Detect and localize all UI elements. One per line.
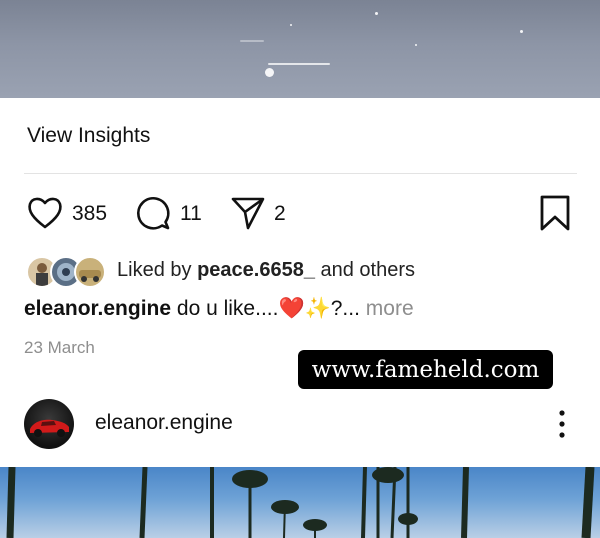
more-options-icon[interactable] <box>552 408 572 440</box>
caption-more-link[interactable]: more <box>366 297 414 320</box>
liked-by-user[interactable]: peace.6658_ <box>197 259 315 281</box>
like-count[interactable]: 385 <box>72 202 107 226</box>
comment-count[interactable]: 11 <box>180 202 202 226</box>
liker-avatars <box>26 256 106 288</box>
heart-icon[interactable] <box>25 193 65 233</box>
comment-icon[interactable] <box>133 193 173 233</box>
liked-by-suffix: and others <box>314 259 416 281</box>
liked-by-text[interactable]: Liked by peace.6658_ and others <box>117 259 415 282</box>
divider <box>24 173 577 174</box>
previous-post-image[interactable] <box>0 0 600 98</box>
caption-username[interactable]: eleanor.engine <box>24 297 171 320</box>
watermark: www.fameheld.com <box>298 350 553 389</box>
caption-text: do u like.... <box>171 297 279 320</box>
next-post-header: eleanor.engine <box>0 396 600 452</box>
liked-by-prefix: Liked by <box>117 259 198 281</box>
post-actions-bar: 385 11 2 <box>0 193 600 233</box>
liked-by-row[interactable]: Liked by peace.6658_ and others <box>26 254 586 288</box>
share-icon[interactable] <box>228 193 268 233</box>
caption-emoji: ❤️✨ <box>278 297 331 320</box>
next-post-username[interactable]: eleanor.engine <box>95 411 233 435</box>
share-count[interactable]: 2 <box>274 202 286 226</box>
next-post-image[interactable] <box>0 467 600 538</box>
caption-tail: ?... <box>330 297 366 320</box>
avatar <box>74 256 106 288</box>
view-insights-link[interactable]: View Insights <box>27 124 150 148</box>
post-caption: eleanor.engine do u like....❤️✨?... more <box>24 297 414 321</box>
bookmark-icon[interactable] <box>535 193 575 233</box>
avatar[interactable] <box>24 399 74 449</box>
post-date: 23 March <box>24 338 95 357</box>
